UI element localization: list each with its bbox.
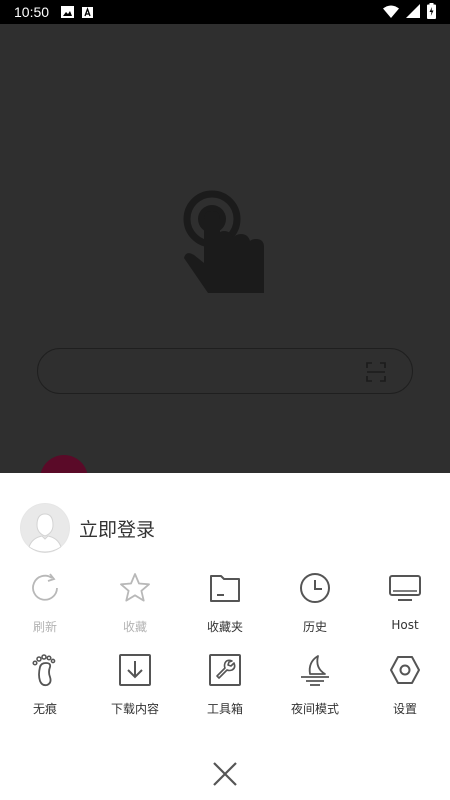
status-bar: 10:50 xyxy=(0,0,450,24)
close-button[interactable] xyxy=(207,756,243,792)
menu-item-history[interactable]: 历史 xyxy=(270,568,360,650)
menu-item-label: 无痕 xyxy=(32,702,57,716)
menu-item-favorite[interactable]: 收藏 xyxy=(90,568,180,650)
clock-icon xyxy=(300,573,330,603)
signal-icon xyxy=(406,4,420,18)
menu-item-label: 工具箱 xyxy=(206,702,243,716)
monitor-icon xyxy=(389,575,421,601)
menu-item-label: 下载内容 xyxy=(110,702,159,716)
menu-item-host[interactable]: Host xyxy=(360,568,450,650)
night-mode-icon xyxy=(301,655,329,686)
bottom-menu-sheet: 立即登录 刷新 收藏 收藏夹 历史 Host 无痕 下载内容 工具箱 夜间模式 … xyxy=(0,473,450,800)
star-icon xyxy=(120,573,150,602)
user-silhouette-icon xyxy=(21,504,69,553)
refresh-icon xyxy=(32,573,58,601)
close-icon xyxy=(213,762,237,786)
menu-item-downloads[interactable]: 下载内容 xyxy=(90,650,180,732)
battery-icon xyxy=(427,3,436,19)
a-notification-icon xyxy=(82,6,94,18)
menu-grid: 刷新 收藏 收藏夹 历史 Host 无痕 下载内容 工具箱 夜间模式 设置 xyxy=(0,568,450,732)
login-row[interactable]: 立即登录 xyxy=(20,503,155,553)
scan-icon[interactable] xyxy=(366,362,386,382)
touch-hand-icon xyxy=(183,190,264,293)
menu-item-label: 刷新 xyxy=(32,620,57,634)
menu-item-label: Host xyxy=(391,618,419,632)
menu-item-incognito[interactable]: 无痕 xyxy=(0,650,90,732)
menu-item-label: 收藏夹 xyxy=(206,620,243,634)
status-time: 10:50 xyxy=(14,4,50,20)
download-icon xyxy=(119,654,151,686)
menu-item-refresh[interactable]: 刷新 xyxy=(0,568,90,650)
image-icon xyxy=(61,6,75,18)
menu-item-label: 收藏 xyxy=(122,620,147,634)
search-input[interactable] xyxy=(37,348,413,394)
menu-item-label: 夜间模式 xyxy=(290,702,339,716)
menu-item-label: 历史 xyxy=(302,620,327,634)
menu-item-night-mode[interactable]: 夜间模式 xyxy=(270,650,360,732)
folder-icon xyxy=(210,575,240,602)
login-label[interactable]: 立即登录 xyxy=(79,515,155,542)
menu-item-toolbox[interactable]: 工具箱 xyxy=(180,650,270,732)
avatar[interactable] xyxy=(20,503,70,553)
page-background xyxy=(0,24,450,473)
menu-item-settings[interactable]: 设置 xyxy=(360,650,450,732)
settings-icon xyxy=(390,656,420,684)
menu-item-bookmarks[interactable]: 收藏夹 xyxy=(180,568,270,650)
wifi-icon xyxy=(383,5,399,18)
wrench-icon xyxy=(209,654,241,686)
menu-item-label: 设置 xyxy=(392,702,417,716)
footprint-icon xyxy=(32,654,56,687)
